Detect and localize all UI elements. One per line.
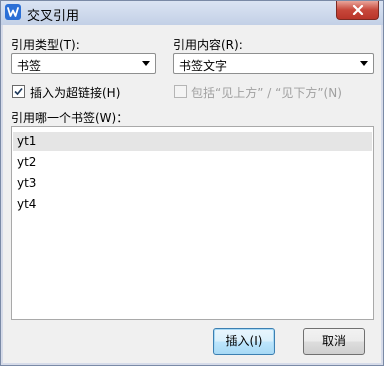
cancel-button[interactable]: 取消 xyxy=(303,328,365,355)
wps-app-icon xyxy=(5,4,21,20)
dialog-body: 引用类型(T): 书签 引用内容(R): 书签文字 插入为超链接(H) 包括“见… xyxy=(3,25,381,363)
include-position-checkbox[interactable] xyxy=(174,85,187,98)
insert-button[interactable]: 插入(I) xyxy=(213,328,275,355)
chevron-down-icon xyxy=(142,61,150,66)
ref-content-label: 引用内容(R): xyxy=(173,38,243,52)
ref-type-select[interactable]: 书签 xyxy=(11,53,156,74)
list-item[interactable]: yt1 xyxy=(13,132,372,151)
title-bar[interactable]: 交叉引用 xyxy=(1,1,383,25)
ref-type-value: 书签 xyxy=(17,59,42,73)
cross-reference-dialog: 交叉引用 引用类型(T): 书签 引用内容(R): 书签文字 插入为超链接(H)… xyxy=(0,0,384,366)
window-title: 交叉引用 xyxy=(27,9,80,24)
list-item[interactable]: yt2 xyxy=(13,153,372,172)
bookmark-list-label: 引用哪一个书签(W)： xyxy=(11,111,129,125)
ref-content-select[interactable]: 书签文字 xyxy=(173,53,374,74)
include-position-label[interactable]: 包括“见上方” / “见下方”(N) xyxy=(191,84,342,101)
list-item[interactable]: yt4 xyxy=(13,195,372,214)
close-icon xyxy=(352,5,364,15)
checkmark-icon xyxy=(14,87,23,96)
ref-content-value: 书签文字 xyxy=(179,59,228,73)
chevron-down-icon xyxy=(360,61,368,66)
ref-type-label: 引用类型(T): xyxy=(11,38,80,52)
list-item[interactable]: yt3 xyxy=(13,174,372,193)
close-button[interactable] xyxy=(336,1,379,20)
bookmark-listbox[interactable]: yt1 yt2 yt3 yt4 xyxy=(11,126,374,320)
insert-hyperlink-checkbox[interactable] xyxy=(12,85,25,98)
insert-hyperlink-label[interactable]: 插入为超链接(H) xyxy=(30,84,120,101)
